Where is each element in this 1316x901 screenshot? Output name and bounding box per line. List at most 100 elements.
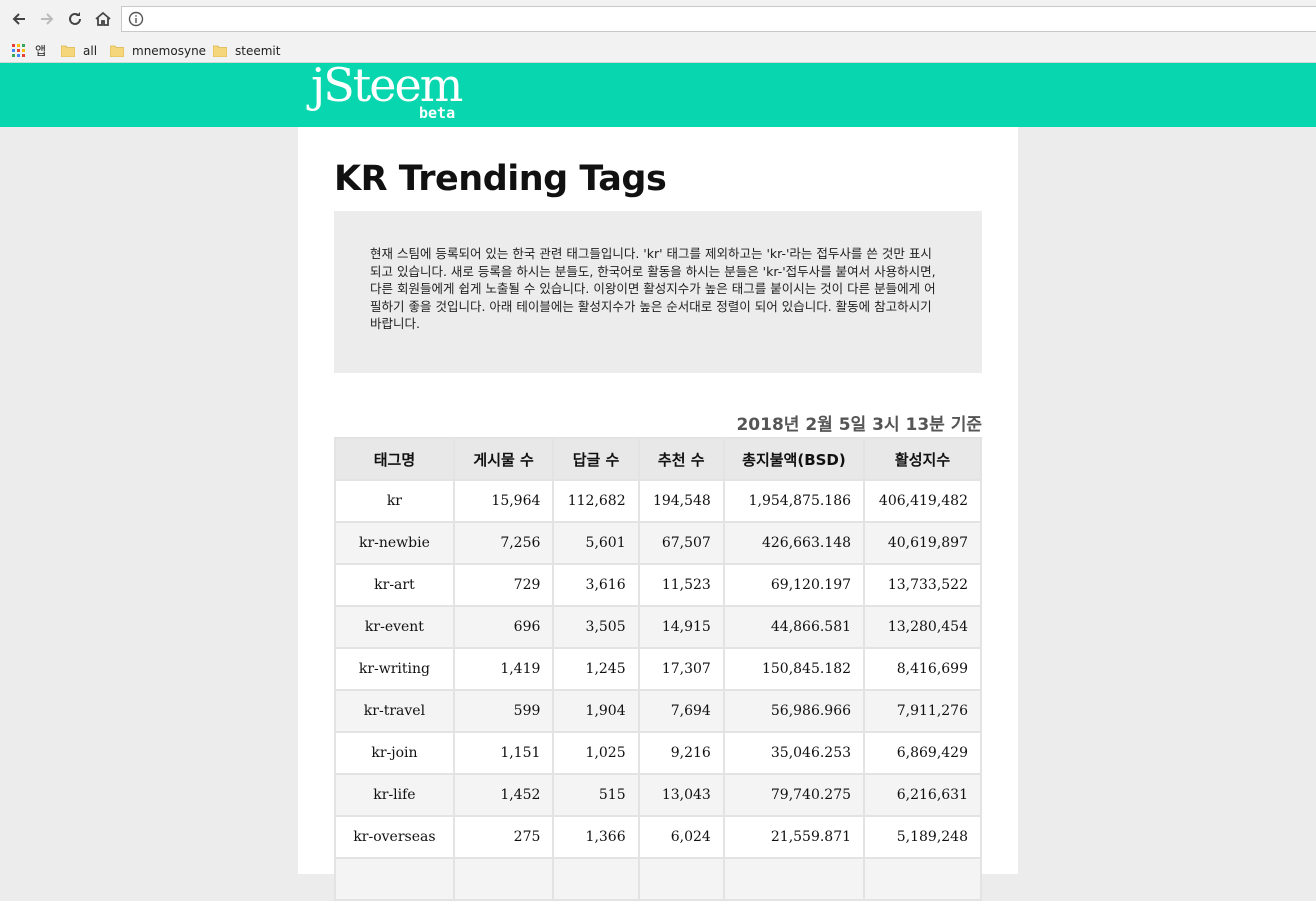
payout-cell: 35,046.253 xyxy=(724,733,864,773)
table-row: kr-life 1,452 515 13,043 79,740.275 6,21… xyxy=(336,775,980,815)
intro-box: 현재 스팀에 등록되어 있는 한국 관련 태그들입니다. 'kr' 태그를 제외… xyxy=(334,211,982,373)
bookmark-label: 앱 xyxy=(35,44,47,58)
bookmark-label: all xyxy=(83,43,98,58)
tag-name-cell[interactable]: kr-join xyxy=(336,733,453,773)
payout-cell: 69,120.197 xyxy=(724,565,864,605)
replies-cell: 3,616 xyxy=(554,565,638,605)
posts-cell: 15,964 xyxy=(454,481,553,521)
replies-cell xyxy=(554,859,638,899)
table-row: kr-travel 599 1,904 7,694 56,986.966 7,9… xyxy=(336,691,980,731)
table-row: kr 15,964 112,682 194,548 1,954,875.186 … xyxy=(336,481,980,521)
table-header-row: 태그명 게시물 수 답글 수 추천 수 총지불액(BSD) 활성지수 xyxy=(336,439,980,479)
tags-table: 태그명 게시물 수 답글 수 추천 수 총지불액(BSD) 활성지수 kr 15… xyxy=(334,437,982,901)
posts-cell: 1,419 xyxy=(454,649,553,689)
payout-cell: 150,845.182 xyxy=(724,649,864,689)
votes-cell: 9,216 xyxy=(639,733,723,773)
column-header[interactable]: 태그명 xyxy=(336,439,453,479)
bookmark-all[interactable]: all xyxy=(61,42,97,59)
payout-cell: 1,954,875.186 xyxy=(724,481,864,521)
replies-cell: 515 xyxy=(554,775,638,815)
replies-cell: 112,682 xyxy=(554,481,638,521)
table-row: kr-newbie 7,256 5,601 67,507 426,663.148… xyxy=(336,523,980,563)
arrow-right-icon xyxy=(41,13,54,25)
replies-cell: 5,601 xyxy=(554,523,638,563)
tag-name-cell[interactable]: kr-newbie xyxy=(336,523,453,563)
votes-cell: 11,523 xyxy=(639,565,723,605)
tag-name-cell[interactable]: kr-art xyxy=(336,565,453,605)
payout-cell: 426,663.148 xyxy=(724,523,864,563)
folder-icon xyxy=(61,45,75,57)
content-panel: KR Trending Tags 현재 스팀에 등록되어 있는 한국 관련 태그… xyxy=(298,127,1018,901)
votes-cell: 6,024 xyxy=(639,817,723,857)
timestamp: 2018년 2월 5일 3시 13분 기준 xyxy=(736,415,982,435)
bookmark-steemit[interactable]: steemit xyxy=(213,42,280,59)
votes-cell: 17,307 xyxy=(639,649,723,689)
tag-name-cell[interactable]: kr-life xyxy=(336,775,453,815)
replies-cell: 1,245 xyxy=(554,649,638,689)
activity-cell xyxy=(865,859,980,899)
reload-icon xyxy=(69,12,81,25)
arrow-left-icon xyxy=(12,13,25,25)
votes-cell: 14,915 xyxy=(639,607,723,647)
site-logo[interactable]: jSteem beta xyxy=(311,58,471,126)
bookmark-apps[interactable]: 앱 xyxy=(12,42,46,59)
activity-cell: 40,619,897 xyxy=(865,523,980,563)
folder-icon xyxy=(110,45,124,57)
tag-name-cell[interactable]: kr-event xyxy=(336,607,453,647)
posts-cell: 1,452 xyxy=(454,775,553,815)
activity-cell: 7,911,276 xyxy=(865,691,980,731)
payout-cell: 21,559.871 xyxy=(724,817,864,857)
home-icon xyxy=(95,11,111,26)
tag-name-cell[interactable]: kr xyxy=(336,481,453,521)
site-header xyxy=(0,63,1316,127)
back-button[interactable] xyxy=(8,8,30,30)
tag-name-cell[interactable]: kr-travel xyxy=(336,691,453,731)
payout-cell xyxy=(724,859,864,899)
posts-cell: 696 xyxy=(454,607,553,647)
column-header[interactable]: 활성지수 xyxy=(865,439,980,479)
logo-beta-text: beta xyxy=(419,104,456,122)
replies-cell: 1,366 xyxy=(554,817,638,857)
posts-cell: 7,256 xyxy=(454,523,553,563)
apps-grid-icon xyxy=(12,44,25,57)
posts-cell: 729 xyxy=(454,565,553,605)
votes-cell: 7,694 xyxy=(639,691,723,731)
home-button[interactable] xyxy=(92,8,114,30)
browser-toolbar xyxy=(0,0,1316,38)
tag-name-cell[interactable]: kr-writing xyxy=(336,649,453,689)
column-header[interactable]: 추천 수 xyxy=(639,439,723,479)
bookmarks-bar: 앱 all mnemosyne steemit xyxy=(0,38,1316,63)
payout-cell: 44,866.581 xyxy=(724,607,864,647)
tag-name-cell[interactable]: kr-overseas xyxy=(336,817,453,857)
bookmark-label: steemit xyxy=(235,43,281,58)
forward-button[interactable] xyxy=(36,8,58,30)
replies-cell: 1,904 xyxy=(554,691,638,731)
bookmark-label: mnemosyne xyxy=(132,43,207,58)
votes-cell xyxy=(639,859,723,899)
reload-button[interactable] xyxy=(64,8,86,30)
address-bar[interactable] xyxy=(121,6,1316,32)
payout-cell: 79,740.275 xyxy=(724,775,864,815)
replies-cell: 3,505 xyxy=(554,607,638,647)
votes-cell: 13,043 xyxy=(639,775,723,815)
table-row: kr-art 729 3,616 11,523 69,120.197 13,73… xyxy=(336,565,980,605)
replies-cell: 1,025 xyxy=(554,733,638,773)
table-row: kr-writing 1,419 1,245 17,307 150,845.18… xyxy=(336,649,980,689)
activity-cell: 6,216,631 xyxy=(865,775,980,815)
activity-cell: 406,419,482 xyxy=(865,481,980,521)
table-row: kr-event 696 3,505 14,915 44,866.581 13,… xyxy=(336,607,980,647)
posts-cell: 1,151 xyxy=(454,733,553,773)
folder-icon xyxy=(213,45,227,57)
column-header[interactable]: 총지불액(BSD) xyxy=(724,439,864,479)
activity-cell: 13,280,454 xyxy=(865,607,980,647)
table-row: kr-join 1,151 1,025 9,216 35,046.253 6,8… xyxy=(336,733,980,773)
column-header[interactable]: 게시물 수 xyxy=(454,439,553,479)
activity-cell: 5,189,248 xyxy=(865,817,980,857)
bookmark-mnemosyne[interactable]: mnemosyne xyxy=(110,42,206,59)
activity-cell: 13,733,522 xyxy=(865,565,980,605)
intro-text: 현재 스팀에 등록되어 있는 한국 관련 태그들입니다. 'kr' 태그를 제외… xyxy=(370,246,936,331)
votes-cell: 194,548 xyxy=(639,481,723,521)
info-icon[interactable] xyxy=(128,11,144,27)
column-header[interactable]: 답글 수 xyxy=(554,439,638,479)
table-row: kr-overseas 275 1,366 6,024 21,559.871 5… xyxy=(336,817,980,857)
